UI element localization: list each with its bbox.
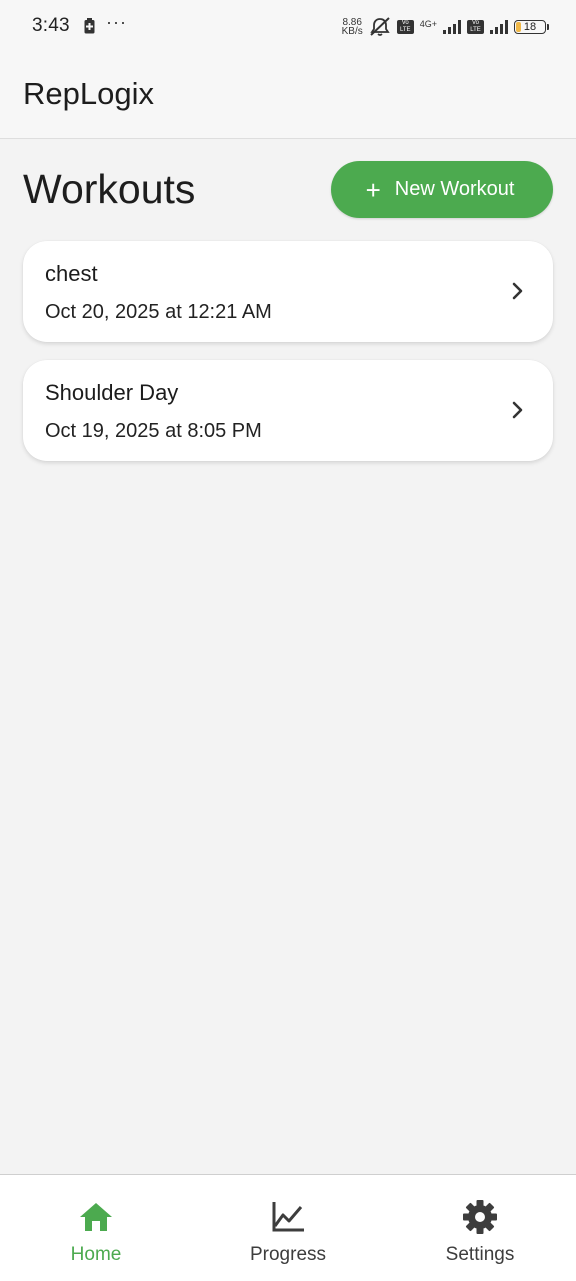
battery-level: 18 (523, 21, 537, 33)
network-speed-unit: KB/s (341, 26, 363, 37)
nav-label-progress: Progress (249, 1244, 327, 1265)
more-notifications-icon: ··· (106, 12, 127, 32)
new-workout-label: New Workout (394, 178, 515, 200)
network-speed: 8.86 KB/s (341, 18, 363, 37)
network-type: 4G+ (419, 19, 437, 29)
workout-name: Shoulder Day (45, 380, 179, 405)
status-time: 3:43 (32, 15, 70, 36)
volte-bottom-text-2: LTE (470, 27, 481, 33)
volte-top-text: Vo (401, 20, 409, 26)
workout-list: chest Oct 20, 2025 at 12:21 AM Shoulder … (23, 241, 553, 479)
workout-date: Oct 20, 2025 at 12:21 AM (45, 301, 272, 323)
app-title: RepLogix (23, 76, 154, 111)
signal-strength-icon-2 (490, 20, 508, 34)
signal-strength-icon (443, 20, 461, 34)
volte-icon-2: Vo LTE (467, 20, 484, 34)
volte-top-text-2: Vo (471, 20, 479, 26)
nav-item-progress[interactable]: Progress (192, 1175, 384, 1281)
battery-saver-icon (84, 18, 95, 34)
app-bar: RepLogix (0, 56, 576, 139)
nav-item-settings[interactable]: Settings (384, 1175, 576, 1281)
plus-icon: + (365, 174, 381, 205)
workout-card[interactable]: chest Oct 20, 2025 at 12:21 AM (23, 241, 553, 342)
battery-icon: 18 (514, 20, 549, 34)
nav-item-home[interactable]: Home (0, 1175, 192, 1281)
volte-bottom-text: LTE (399, 27, 411, 33)
nav-label-settings: Settings (445, 1244, 515, 1265)
chevron-right-icon (512, 401, 523, 419)
chart-line-icon (272, 1202, 304, 1232)
bottom-navigation: Home Progress Settings (0, 1174, 576, 1281)
chevron-right-icon (512, 282, 523, 300)
nav-label-home: Home (70, 1244, 122, 1265)
page-title: Workouts (23, 166, 196, 212)
workout-date: Oct 19, 2025 at 8:05 PM (45, 420, 262, 442)
new-workout-button[interactable]: + New Workout (331, 161, 553, 218)
status-icons: 8.86 KB/s Vo LTE 4G+ Vo LTE 18 (341, 16, 549, 38)
workout-card[interactable]: Shoulder Day Oct 19, 2025 at 8:05 PM (23, 360, 553, 461)
gear-icon (463, 1200, 497, 1234)
mute-bell-icon (370, 17, 390, 36)
workout-name: chest (45, 261, 98, 286)
home-icon (80, 1203, 112, 1231)
status-bar: 3:43 ··· 8.86 KB/s Vo LTE 4G+ Vo LTE 18 (0, 0, 576, 56)
volte-icon: Vo LTE (396, 20, 414, 34)
